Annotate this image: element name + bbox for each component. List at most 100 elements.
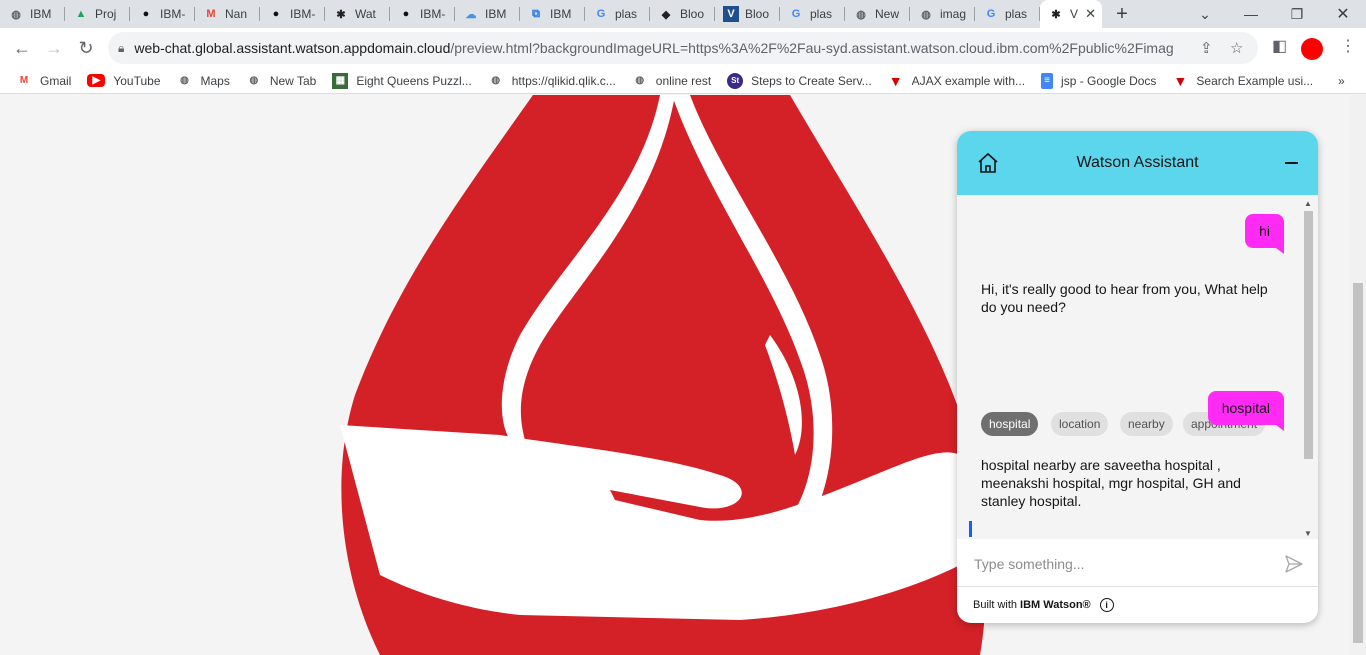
forward-icon[interactable]: →: [38, 32, 70, 64]
option-location[interactable]: location: [1051, 412, 1109, 436]
chat-widget: Watson Assistant hi Hi, it's really good…: [957, 131, 1318, 623]
lock-icon: 🔒︎: [118, 40, 125, 55]
bookmark-item[interactable]: M Gmail: [16, 73, 72, 89]
tab-label: plas: [810, 7, 833, 21]
globe-icon: ◍: [180, 75, 189, 86]
youtube-icon: ▶: [87, 74, 106, 87]
t-icon: ▼: [888, 72, 903, 89]
browser-tab[interactable]: Gplas: [975, 0, 1040, 28]
browser-tab[interactable]: Gplas: [585, 0, 650, 28]
side-panel-icon[interactable]: ◧: [1272, 36, 1287, 56]
chat-input-row: [957, 541, 1318, 587]
globe-icon: ◍: [249, 75, 259, 86]
reload-icon[interactable]: ↻: [70, 32, 102, 64]
browser-tab[interactable]: ◍ IBM: [0, 0, 65, 28]
tab-label: IBM-: [290, 7, 316, 21]
bot-message-marker: [969, 521, 972, 537]
new-tab-button[interactable]: +: [1102, 3, 1142, 26]
page-scrollbar-thumb[interactable]: [1353, 283, 1363, 643]
profile-avatar[interactable]: [1301, 38, 1323, 60]
st-icon: St: [727, 72, 744, 89]
bookmark-item[interactable]: ◍ New Tab: [246, 73, 316, 89]
bookmark-label: Maps: [200, 73, 230, 88]
chat-scrollbar-thumb[interactable]: [1304, 211, 1313, 459]
back-icon[interactable]: ←: [6, 32, 38, 64]
browser-tab[interactable]: V Bloo: [715, 0, 780, 28]
bookmark-item[interactable]: ▼ AJAX example with...: [888, 73, 1025, 89]
tab-label: imag: [940, 7, 967, 21]
bookmarks-overflow-button[interactable]: »: [1338, 74, 1345, 88]
minimize-window-icon[interactable]: —: [1228, 0, 1274, 28]
browser-tab[interactable]: M Nan: [195, 0, 260, 28]
send-icon[interactable]: [1284, 554, 1304, 574]
google-drive-icon: ▲: [75, 8, 87, 20]
close-window-icon[interactable]: ✕: [1320, 0, 1366, 28]
scroll-up-icon[interactable]: ▲: [1304, 199, 1312, 208]
bookmark-item[interactable]: ◍ Maps: [177, 73, 230, 89]
tab-label: Nan: [225, 7, 248, 21]
bookmark-label: Gmail: [40, 73, 72, 88]
globe-icon: ◍: [11, 8, 21, 21]
tab-search-icon[interactable]: ⌄: [1182, 0, 1228, 28]
cloud-icon: ☁: [465, 8, 477, 21]
bookmark-label: Steps to Create Serv...: [751, 73, 872, 88]
bookmark-item[interactable]: ◍ https://qlikid.qlik.c...: [488, 73, 616, 89]
watson-icon: ✱: [336, 8, 346, 21]
tab-label: Bloo: [680, 7, 705, 21]
bookmark-label: https://qlikid.qlik.c...: [511, 73, 616, 88]
browser-tab[interactable]: ⧉ IBM: [520, 0, 585, 28]
globe-icon: ◍: [921, 8, 931, 21]
home-icon[interactable]: [976, 151, 1000, 175]
gmail-icon: M: [206, 8, 216, 20]
browser-tab[interactable]: ● IBM-: [260, 0, 325, 28]
restore-window-icon[interactable]: ❐: [1274, 0, 1320, 28]
bookmark-item[interactable]: ▼ Search Example usi...: [1172, 73, 1313, 89]
bookmark-label: jsp - Google Docs: [1061, 73, 1157, 88]
image-icon: ▦: [332, 72, 349, 89]
browser-tab[interactable]: ☁ IBM: [455, 0, 520, 28]
chat-scrollbar[interactable]: ▲ ▼: [1302, 199, 1315, 541]
browser-tab[interactable]: ✱ Wat: [325, 0, 390, 28]
info-icon[interactable]: i: [1099, 598, 1114, 612]
option-hospital[interactable]: hospital: [981, 412, 1039, 436]
browser-tab[interactable]: ◍ New: [845, 0, 910, 28]
close-tab-icon[interactable]: ✕: [1085, 6, 1096, 22]
bookmark-label: YouTube: [113, 73, 161, 88]
option-nearby[interactable]: nearby: [1120, 412, 1173, 436]
t-icon: ▼: [1173, 72, 1188, 89]
bookmark-star-icon[interactable]: ☆: [1230, 39, 1243, 57]
bookmark-label: Search Example usi...: [1196, 73, 1314, 88]
bookmarks-bar: M Gmail ▶ YouTube ◍ Maps ◍ New Tab ▦ Eight Qu…: [0, 68, 1366, 94]
address-bar[interactable]: 🔒︎ web-chat.global.assistant.watson.appd…: [108, 32, 1258, 64]
browser-tab[interactable]: ● IBM-: [390, 0, 455, 28]
page-scrollbar[interactable]: [1350, 95, 1366, 655]
browser-tab-active[interactable]: ✱ V ✕: [1040, 0, 1102, 28]
bookmark-label: New Tab: [269, 73, 317, 88]
tab-label: V: [1070, 7, 1079, 21]
bookmark-item[interactable]: ≡ jsp - Google Docs: [1041, 72, 1157, 89]
bot-message: Hi, it's really good to hear from you, W…: [981, 281, 1268, 315]
menu-icon[interactable]: ⋮: [1340, 36, 1356, 56]
share-icon[interactable]: ⇪: [1200, 39, 1213, 57]
bookmark-item[interactable]: ▶ YouTube: [87, 73, 161, 88]
browser-tab[interactable]: ▲ Proj: [65, 0, 130, 28]
bookmark-item[interactable]: St Steps to Create Serv...: [727, 72, 872, 89]
tab-label: Proj: [95, 7, 117, 21]
tab-label: IBM: [30, 7, 52, 21]
minimize-chat-icon[interactable]: [1285, 162, 1298, 164]
tab-label: IBM-: [160, 7, 186, 21]
browser-tab[interactable]: ◆ Bloo: [650, 0, 715, 28]
scroll-down-icon[interactable]: ▼: [1304, 529, 1312, 538]
chat-input[interactable]: [974, 555, 1264, 572]
browser-tab[interactable]: ● IBM-: [130, 0, 195, 28]
bookmark-item[interactable]: ◍ online rest: [632, 73, 711, 89]
chat-header: Watson Assistant: [957, 131, 1318, 195]
bookmark-item[interactable]: ▦ Eight Queens Puzzl...: [332, 72, 472, 89]
url-text: web-chat.global.assistant.watson.appdoma…: [134, 40, 1174, 56]
browser-tab[interactable]: ◍ imag: [910, 0, 975, 28]
chat-footer: Built with IBM Watson® i: [957, 587, 1318, 623]
footer-prefix: Built with: [973, 599, 1018, 611]
footer-brand: IBM Watson®: [1020, 599, 1091, 611]
tab-label: IBM: [485, 7, 507, 21]
browser-tab[interactable]: Gplas: [780, 0, 845, 28]
